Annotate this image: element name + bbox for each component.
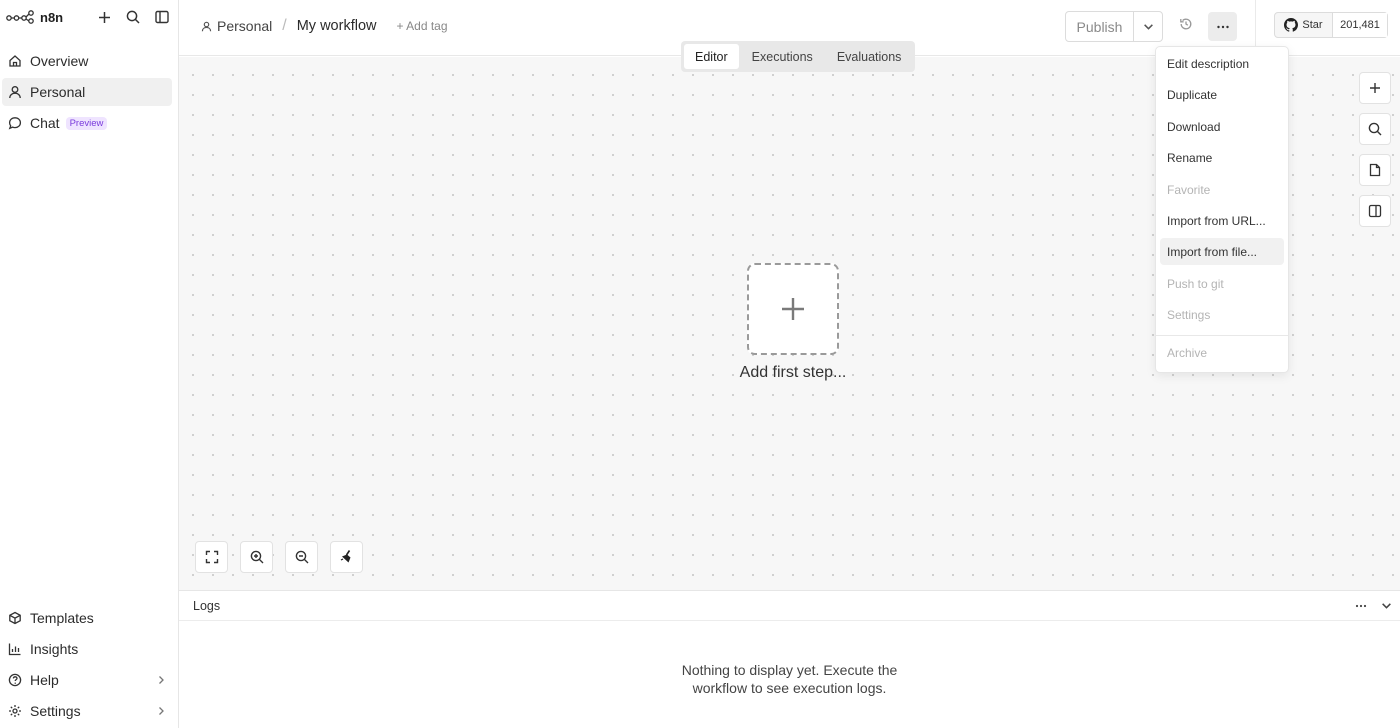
more-horizontal-icon[interactable] — [1355, 604, 1367, 608]
menu-item-edit-description[interactable]: Edit description — [1160, 50, 1284, 77]
tab-editor[interactable]: Editor — [684, 44, 739, 69]
help-icon — [7, 672, 23, 688]
menu-divider — [1156, 335, 1288, 336]
more-options-button[interactable] — [1208, 12, 1237, 41]
plus-icon — [779, 295, 807, 323]
sticky-note-button[interactable] — [1359, 154, 1391, 186]
chat-icon — [7, 115, 23, 131]
github-star-label: Star — [1302, 19, 1323, 31]
github-star-widget[interactable]: Star 201,481 — [1274, 12, 1388, 38]
logo-row: n8n — [6, 6, 170, 28]
panel-icon — [1368, 204, 1382, 218]
sidebar-item-chat[interactable]: Chat Preview — [2, 109, 172, 137]
user-icon — [201, 21, 212, 32]
sidebar-nav: Overview Personal Chat Preview — [0, 44, 178, 140]
tab-executions[interactable]: Executions — [741, 44, 824, 69]
sidebar-item-label: Personal — [30, 84, 86, 100]
publish-button-group: Publish — [1065, 11, 1163, 42]
templates-icon — [7, 610, 23, 626]
sidebar-item-label: Chat — [30, 115, 60, 131]
logs-title: Logs — [193, 598, 221, 613]
broom-icon — [339, 549, 355, 565]
logs-empty-line: Nothing to display yet. Execute the — [681, 662, 898, 678]
header-divider — [1255, 0, 1256, 46]
insights-icon — [7, 641, 23, 657]
view-tabs: Editor Executions Evaluations — [681, 41, 916, 72]
zoom-out-icon — [295, 550, 309, 564]
search-icon[interactable] — [125, 9, 141, 25]
chevron-down-icon[interactable] — [1134, 12, 1162, 41]
breadcrumb: Personal / My workflow + Add tag — [201, 17, 448, 35]
sidebar-item-label: Overview — [30, 53, 89, 69]
menu-item-favorite: Favorite — [1167, 182, 1211, 197]
sidebar-item-label: Insights — [30, 641, 79, 657]
plus-icon — [1369, 82, 1381, 94]
search-icon — [1368, 122, 1382, 136]
search-nodes-button[interactable] — [1359, 113, 1391, 145]
toggle-panel-button[interactable] — [1359, 195, 1391, 227]
menu-item-import-url[interactable]: Import from URL... — [1160, 207, 1284, 234]
chevron-right-icon — [156, 706, 166, 716]
sidebar-item-personal[interactable]: Personal — [2, 78, 172, 106]
add-first-step-label: Add first step... — [739, 364, 847, 381]
zoom-in-icon — [250, 550, 264, 564]
app-name: n8n — [40, 9, 64, 25]
settings-icon — [7, 703, 23, 719]
zoom-in-button[interactable] — [240, 541, 273, 573]
sidebar-item-label: Help — [30, 672, 59, 688]
github-star-button[interactable]: Star — [1275, 13, 1333, 37]
github-icon — [1284, 18, 1299, 32]
chevron-down-icon[interactable] — [1381, 600, 1392, 611]
logs-header[interactable]: Logs — [179, 591, 1400, 621]
breadcrumb-separator: / — [282, 17, 287, 34]
sidebar-item-label: Templates — [30, 610, 94, 626]
sidebar-toggle-icon[interactable] — [154, 9, 170, 25]
menu-item-duplicate[interactable]: Duplicate — [1160, 81, 1284, 108]
sidebar-bottom-nav: Templates Insights Help Settings — [0, 604, 178, 728]
publish-button[interactable]: Publish — [1066, 12, 1134, 41]
menu-item-import-file[interactable]: Import from file... — [1160, 238, 1284, 265]
logs-empty-line: workflow to see execution logs. — [692, 680, 887, 696]
preview-badge: Preview — [65, 116, 108, 130]
add-node-button[interactable] — [1359, 72, 1391, 104]
logs-empty-state: Nothing to display yet. Execute the work… — [179, 661, 1400, 697]
menu-item-push-to-git: Push to git — [1167, 276, 1224, 291]
sidebar-item-settings[interactable]: Settings — [2, 697, 172, 725]
sidebar-item-label: Settings — [30, 703, 81, 719]
canvas-zoom-toolbar — [195, 541, 363, 573]
workflow-name[interactable]: My workflow — [297, 18, 377, 34]
menu-item-download[interactable]: Download — [1160, 113, 1284, 140]
plus-icon[interactable] — [96, 9, 112, 25]
zoom-out-button[interactable] — [285, 541, 318, 573]
sidebar-item-overview[interactable]: Overview — [2, 47, 172, 75]
canvas-right-toolbar — [1359, 72, 1391, 227]
chevron-right-icon — [156, 675, 166, 685]
history-icon[interactable] — [1179, 17, 1193, 31]
sidebar-item-templates[interactable]: Templates — [2, 604, 172, 632]
add-tag-button[interactable]: + Add tag — [396, 19, 447, 33]
breadcrumb-project[interactable]: Personal — [217, 18, 272, 34]
logs-panel: Logs Nothing to display yet. Execute the… — [179, 590, 1400, 728]
sidebar: n8n Overview Personal Chat Preview Templ… — [0, 0, 179, 728]
menu-item-settings: Settings — [1167, 307, 1211, 322]
workflow-options-menu: Edit description Duplicate Download Rena… — [1155, 46, 1289, 373]
sidebar-item-help[interactable]: Help — [2, 666, 172, 694]
sticky-note-icon — [1368, 163, 1382, 177]
fit-view-button[interactable] — [195, 541, 228, 573]
fit-view-icon — [205, 550, 219, 564]
add-first-step-button[interactable] — [747, 263, 839, 355]
n8n-logo-icon[interactable] — [6, 10, 34, 24]
menu-item-rename[interactable]: Rename — [1160, 144, 1284, 171]
sidebar-item-insights[interactable]: Insights — [2, 635, 172, 663]
tab-evaluations[interactable]: Evaluations — [826, 44, 913, 69]
menu-item-archive: Archive — [1167, 345, 1208, 360]
tidy-up-button[interactable] — [330, 541, 363, 573]
user-icon — [7, 84, 23, 100]
home-icon — [7, 53, 23, 69]
github-star-count[interactable]: 201,481 — [1333, 13, 1387, 37]
